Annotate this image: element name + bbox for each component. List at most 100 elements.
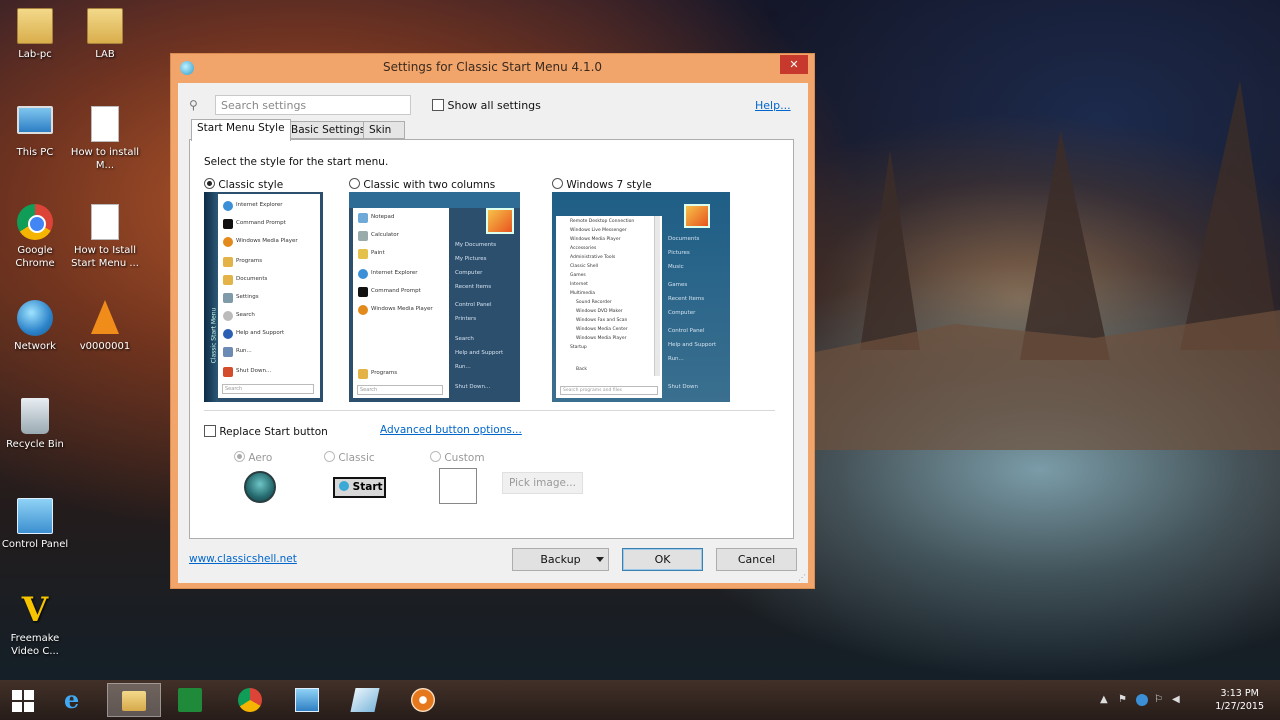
classicshell-website-link[interactable]: www.classicshell.net <box>189 553 297 565</box>
style-option-win7[interactable]: Windows 7 style <box>552 178 652 191</box>
advanced-button-options-link[interactable]: Advanced button options... <box>380 424 522 436</box>
taskbar-chrome[interactable] <box>224 683 278 717</box>
preview-item: Windows Media Center <box>576 327 628 332</box>
settings-window: Settings for Classic Start Menu 4.1.0 ✕ … <box>170 53 815 589</box>
pick-image-button[interactable]: Pick image... <box>502 472 583 494</box>
button-style-classic[interactable]: Classic <box>324 451 375 464</box>
taskbar-internet-explorer[interactable]: e <box>50 683 104 717</box>
preview-item: Windows Media Player <box>236 238 298 244</box>
computer-icon <box>17 106 53 134</box>
ok-button[interactable]: OK <box>622 548 703 571</box>
wallpaper-mountain <box>860 150 920 350</box>
preview-item: Shut Down... <box>455 384 491 390</box>
preview-item: Windows Media Player <box>371 306 433 312</box>
taskbar: e ▲ ⚑ ⚐ ◀ 3:13 PM 1/27/2015 <box>0 680 1280 720</box>
user-picture-icon <box>486 208 514 234</box>
search-icon: ⚲ <box>189 98 198 112</box>
tab-basic-settings[interactable]: Basic Settings <box>285 121 372 139</box>
desktop-icon-this-pc[interactable]: This PC <box>0 106 70 159</box>
preview-item: Internet <box>570 282 588 287</box>
preview-item: Classic Shell <box>570 264 598 269</box>
preview-item: Accessories <box>570 246 597 251</box>
desktop-icon-how-to-install[interactable]: How to install M... <box>70 106 140 172</box>
preview-item: Run... <box>668 356 684 362</box>
desktop-icon-how-to-istall[interactable]: How to Istall Start Menu ... <box>70 204 140 270</box>
replace-start-checkbox[interactable] <box>204 425 216 437</box>
programs-icon <box>223 257 233 267</box>
backup-button[interactable]: Backup <box>512 548 609 571</box>
close-button[interactable]: ✕ <box>780 55 808 74</box>
show-all-settings[interactable]: Show all settings <box>432 99 541 112</box>
style-option-two-columns[interactable]: Classic with two columns <box>349 178 495 191</box>
desktop-icon-lab[interactable]: LAB <box>70 8 140 61</box>
taskbar-classic-shell[interactable] <box>397 683 451 717</box>
preview-item: Music <box>668 264 684 270</box>
desktop-icon-network[interactable]: Network <box>0 300 70 353</box>
preview-two-columns[interactable]: Notepad Calculator Paint Internet Explor… <box>349 192 520 402</box>
radio-custom[interactable] <box>430 451 441 462</box>
help-icon <box>223 329 233 339</box>
style-label: Windows 7 style <box>566 179 652 191</box>
tab-start-menu-style[interactable]: Start Menu Style <box>191 119 291 141</box>
volume-icon[interactable]: ◀ <box>1172 694 1184 706</box>
radio-classic-button[interactable] <box>324 451 335 462</box>
freemake-icon: V <box>21 590 49 630</box>
radio-aero[interactable] <box>234 451 245 462</box>
excel-icon <box>178 688 202 712</box>
title-bar[interactable]: Settings for Classic Start Menu 4.1.0 ✕ <box>171 54 814 82</box>
preview-item: Windows Media Player <box>576 336 627 341</box>
help-link[interactable]: Help... <box>755 99 791 112</box>
cancel-button[interactable]: Cancel <box>716 548 797 571</box>
desktop-icon-recycle-bin[interactable]: Recycle Bin <box>0 398 70 451</box>
desktop-icon-label: This PC <box>16 147 54 158</box>
preview-program-list: Remote Desktop Connection Windows Live M… <box>556 216 662 398</box>
taskbar-paint[interactable] <box>339 683 393 717</box>
dialog-client: ⚲ Show all settings Help... Start Menu S… <box>178 83 808 583</box>
radio-classic[interactable] <box>204 178 215 189</box>
button-style-custom[interactable]: Custom <box>430 451 485 464</box>
preview-classic[interactable]: Classic Start Menu Internet Explorer Com… <box>204 192 323 402</box>
clock[interactable]: 3:13 PM 1/27/2015 <box>1215 687 1264 713</box>
button-style-label: Aero <box>248 452 273 464</box>
show-all-label: Show all settings <box>447 99 541 112</box>
preview-search-box: Search <box>222 384 314 394</box>
remote-desktop-icon <box>295 688 319 712</box>
command-prompt-icon <box>223 219 233 229</box>
desktop-icon-freemake[interactable]: V Freemake Video C... <box>0 592 70 658</box>
preview-item: Command Prompt <box>371 288 421 294</box>
preview-right-links: Documents Pictures Music Games Recent It… <box>666 236 728 396</box>
show-all-checkbox[interactable] <box>432 99 444 111</box>
file-explorer-icon <box>122 691 146 711</box>
calculator-icon <box>358 231 368 241</box>
button-style-aero[interactable]: Aero <box>234 451 272 464</box>
preview-item: Run... <box>455 364 471 370</box>
desktop-icon-control-panel[interactable]: Control Panel <box>0 498 70 551</box>
backup-label: Backup <box>540 553 581 566</box>
search-input[interactable] <box>215 95 411 115</box>
replace-start-button[interactable]: Replace Start button <box>204 425 328 438</box>
taskbar-excel[interactable] <box>164 683 218 717</box>
window-title: Settings for Classic Start Menu 4.1.0 <box>382 60 603 74</box>
radio-win7[interactable] <box>552 178 563 189</box>
taskbar-remote-desktop[interactable] <box>281 683 335 717</box>
tab-skin[interactable]: Skin <box>363 121 405 139</box>
resize-grip-icon[interactable]: ⋰ <box>798 573 806 582</box>
taskbar-file-explorer[interactable] <box>107 683 161 717</box>
desktop-icon-google-chrome[interactable]: Google Chrome <box>0 204 70 270</box>
preview-win7[interactable]: Remote Desktop Connection Windows Live M… <box>552 192 730 402</box>
preview-item: Control Panel <box>455 302 492 308</box>
radio-two-columns[interactable] <box>349 178 360 189</box>
preview-item: Paint <box>371 250 385 256</box>
style-option-classic[interactable]: Classic style <box>204 178 283 191</box>
network-tray-icon[interactable] <box>1136 694 1148 706</box>
media-player-icon <box>358 305 368 315</box>
run-icon <box>223 347 233 357</box>
windows-start-icon[interactable] <box>12 690 34 712</box>
network-icon <box>17 300 53 336</box>
desktop-icon-lab-pc[interactable]: Lab-pc <box>0 8 70 61</box>
show-hidden-icons-icon[interactable]: ▲ <box>1100 694 1112 706</box>
desktop-icon-v0000001[interactable]: v0000001 <box>70 300 140 353</box>
preview-item: Calculator <box>371 232 399 238</box>
action-center-icon[interactable]: ⚑ <box>1118 694 1130 706</box>
flag-icon[interactable]: ⚐ <box>1154 694 1166 706</box>
